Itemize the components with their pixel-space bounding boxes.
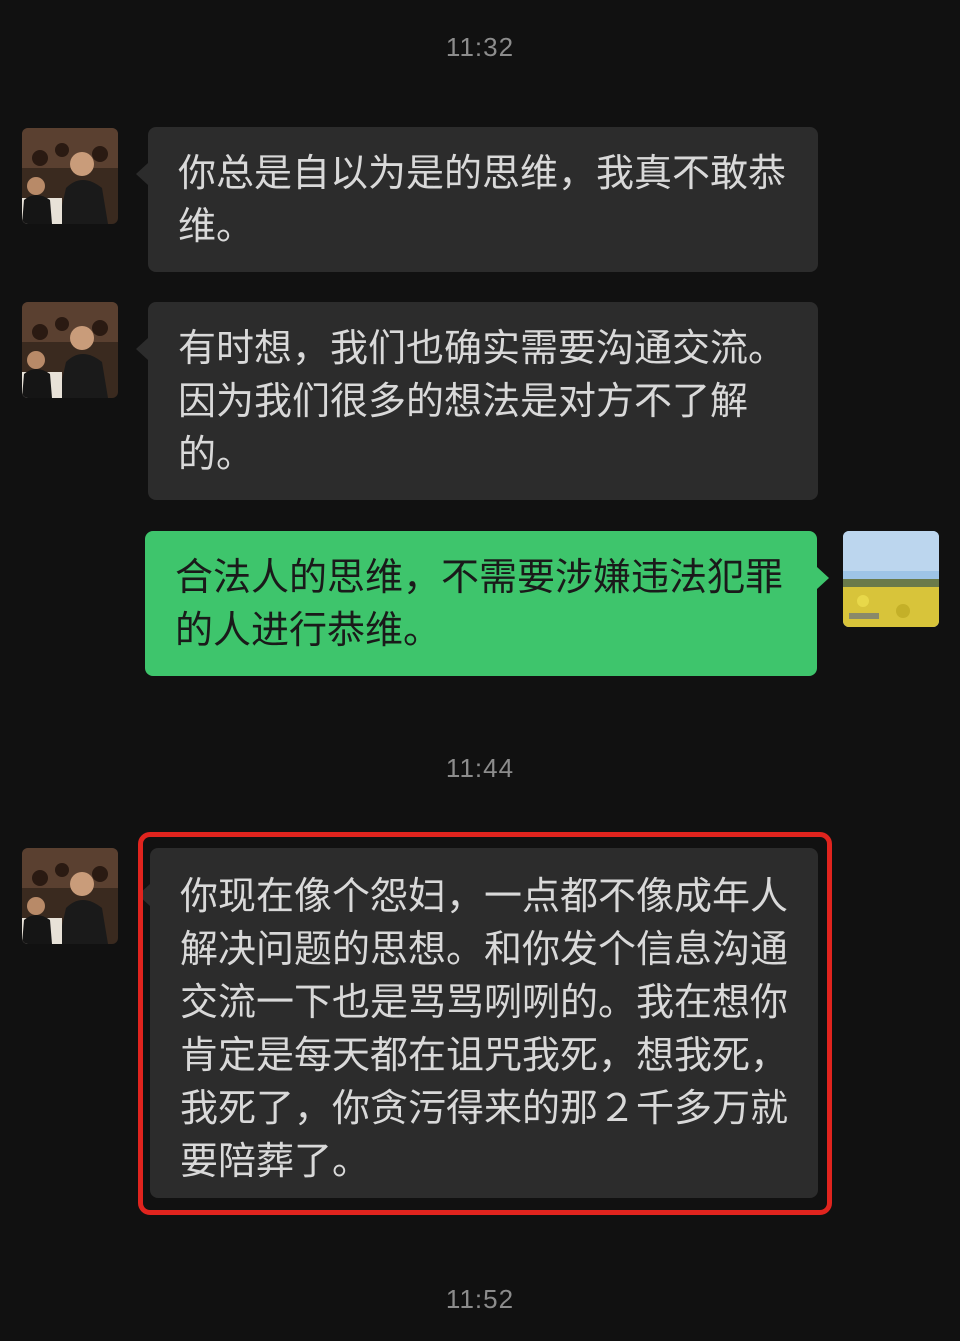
landscape-photo-icon [843, 531, 939, 627]
person-photo-icon [22, 848, 118, 944]
timestamp: 11:32 [445, 32, 515, 62]
contact-avatar[interactable] [22, 128, 118, 224]
message-bubble-incoming[interactable]: 有时想，我们也确实需要沟通交流。因为我们很多的想法是对方不了解的。 [136, 302, 818, 500]
person-photo-icon [22, 302, 118, 398]
contact-avatar[interactable] [22, 302, 118, 398]
highlight-box [138, 832, 832, 1215]
self-avatar[interactable] [843, 531, 939, 627]
timestamp: 11:52 [445, 1284, 515, 1314]
message-bubble-outgoing[interactable]: 合法人的思维，不需要涉嫌违法犯罪的人进行恭维。 [145, 531, 829, 676]
contact-avatar[interactable] [22, 848, 118, 944]
timestamp: 11:44 [445, 753, 515, 783]
message-text: 合法人的思维，不需要涉嫌违法犯罪的人进行恭维。 [175, 555, 784, 652]
message-text: 你总是自以为是的思维，我真不敢恭维。 [178, 151, 787, 248]
message-text: 有时想，我们也确实需要沟通交流。因为我们很多的想法是对方不了解的。 [178, 326, 787, 476]
person-photo-icon [22, 128, 118, 224]
message-bubble-incoming[interactable]: 你总是自以为是的思维，我真不敢恭维。 [136, 127, 818, 272]
